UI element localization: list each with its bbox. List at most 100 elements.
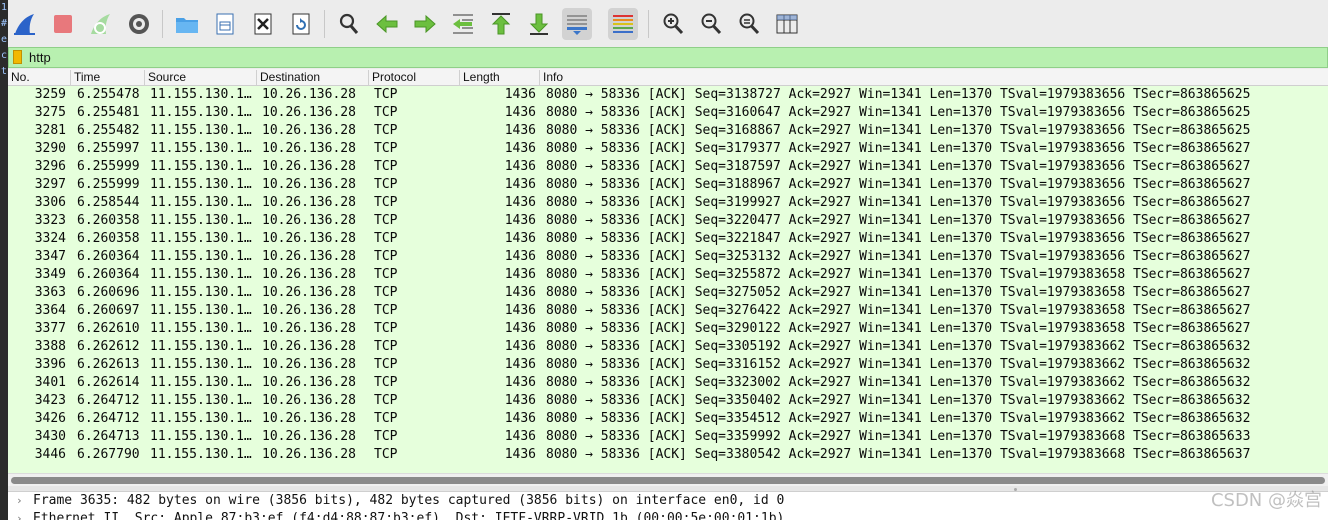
cell-time: 6.255999 <box>77 159 140 174</box>
table-row[interactable]: 3430 6.264713 11.155.130.1… 10.26.136.28 TCP… <box>8 428 1328 446</box>
packet-list[interactable]: No. Time Source Destination Protocol Len… <box>8 69 1328 473</box>
table-row[interactable]: 3297 6.255999 11.155.130.1… 10.26.136.28 TCP… <box>8 176 1328 194</box>
packet-rows: 3259 6.255478 11.155.130.1… 10.26.136.28 TCP… <box>8 86 1328 464</box>
open-file-button[interactable] <box>172 8 202 40</box>
cell-destination: 10.26.136.28 <box>262 195 356 210</box>
detail-ethernet-line: Ethernet II, Src: Apple_87:b3:ef (f4:d4:… <box>33 511 785 520</box>
cell-info: 8080 → 58336 [ACK] Seq=3168867 Ack=2927 … <box>546 123 1251 138</box>
save-document-icon <box>216 13 234 35</box>
cell-destination: 10.26.136.28 <box>262 411 356 426</box>
capture-options-button[interactable] <box>124 8 154 40</box>
bookmark-icon[interactable] <box>13 50 22 64</box>
cell-time: 6.255999 <box>77 177 140 192</box>
column-header-source[interactable]: Source <box>145 70 257 85</box>
packet-list-header: No. Time Source Destination Protocol Len… <box>8 69 1328 86</box>
expand-chevron-icon[interactable]: › <box>16 512 23 520</box>
column-header-no[interactable]: No. <box>8 70 71 85</box>
normal-size-button[interactable] <box>734 8 764 40</box>
cell-protocol: TCP <box>374 177 398 192</box>
cell-destination: 10.26.136.28 <box>262 231 356 246</box>
table-row[interactable]: 3388 6.262612 11.155.130.1… 10.26.136.28 TCP… <box>8 338 1328 356</box>
colorize-button[interactable] <box>608 8 638 40</box>
table-row[interactable]: 3296 6.255999 11.155.130.1… 10.26.136.28 TCP… <box>8 158 1328 176</box>
horizontal-scrollbar[interactable] <box>8 473 1328 486</box>
cell-source: 11.155.130.1… <box>150 249 252 264</box>
reload-file-button[interactable] <box>286 8 316 40</box>
table-row[interactable]: 3364 6.260697 11.155.130.1… 10.26.136.28 TCP… <box>8 302 1328 320</box>
table-row[interactable]: 3377 6.262610 11.155.130.1… 10.26.136.28 TCP… <box>8 320 1328 338</box>
cell-time: 6.260364 <box>77 267 140 282</box>
table-row[interactable]: 3275 6.255481 11.155.130.1… 10.26.136.28 TCP… <box>8 104 1328 122</box>
cell-info: 8080 → 58336 [ACK] Seq=3354512 Ack=2927 … <box>546 411 1251 426</box>
cell-destination: 10.26.136.28 <box>262 339 356 354</box>
table-row[interactable]: 3306 6.258544 11.155.130.1… 10.26.136.28 TCP… <box>8 194 1328 212</box>
table-row[interactable]: 3347 6.260364 11.155.130.1… 10.26.136.28 TCP… <box>8 248 1328 266</box>
go-to-last-button[interactable] <box>524 8 554 40</box>
scrollbar-thumb[interactable] <box>11 477 1325 484</box>
close-file-button[interactable] <box>248 8 278 40</box>
cell-info: 8080 → 58336 [ACK] Seq=3380542 Ack=2927 … <box>546 447 1251 462</box>
go-to-first-button[interactable] <box>486 8 516 40</box>
start-capture-button[interactable] <box>10 8 40 40</box>
find-packet-button[interactable] <box>334 8 364 40</box>
cell-destination: 10.26.136.28 <box>262 177 356 192</box>
table-row[interactable]: 3290 6.255997 11.155.130.1… 10.26.136.28 TCP… <box>8 140 1328 158</box>
cell-source: 11.155.130.1… <box>150 141 252 156</box>
display-filter-input[interactable]: http <box>29 50 51 65</box>
display-filter-bar[interactable]: http <box>8 47 1328 68</box>
go-forward-button[interactable] <box>410 8 440 40</box>
cell-destination: 10.26.136.28 <box>262 249 356 264</box>
auto-scroll-button[interactable] <box>562 8 592 40</box>
left-arrow-icon <box>376 14 398 34</box>
table-row[interactable]: 3423 6.264712 11.155.130.1… 10.26.136.28 TCP… <box>8 392 1328 410</box>
table-row[interactable]: 3349 6.260364 11.155.130.1… 10.26.136.28 TCP… <box>8 266 1328 284</box>
column-header-destination[interactable]: Destination <box>257 70 369 85</box>
column-header-length[interactable]: Length <box>460 70 540 85</box>
cell-destination: 10.26.136.28 <box>262 393 356 408</box>
table-row[interactable]: 3401 6.262614 11.155.130.1… 10.26.136.28 TCP… <box>8 374 1328 392</box>
main-toolbar <box>8 0 1328 47</box>
zoom-in-icon <box>663 13 684 35</box>
table-row[interactable]: 3323 6.260358 11.155.130.1… 10.26.136.28 TCP… <box>8 212 1328 230</box>
cell-info: 8080 → 58336 [ACK] Seq=3359992 Ack=2927 … <box>546 429 1251 444</box>
stop-capture-button[interactable] <box>48 8 78 40</box>
table-row[interactable]: 3396 6.262613 11.155.130.1… 10.26.136.28 TCP… <box>8 356 1328 374</box>
go-to-packet-button[interactable] <box>448 8 478 40</box>
cell-no: 3396 <box>34 357 66 372</box>
column-header-info[interactable]: Info <box>540 70 1328 85</box>
zoom-in-button[interactable] <box>658 8 688 40</box>
cell-protocol: TCP <box>374 411 398 426</box>
cell-time: 6.262612 <box>77 339 140 354</box>
table-row[interactable]: 3324 6.260358 11.155.130.1… 10.26.136.28 TCP… <box>8 230 1328 248</box>
save-file-button[interactable] <box>210 8 240 40</box>
cell-time: 6.255997 <box>77 141 140 156</box>
zoom-out-button[interactable] <box>696 8 726 40</box>
resize-columns-button[interactable] <box>772 8 802 40</box>
cell-info: 8080 → 58336 [ACK] Seq=3179377 Ack=2927 … <box>546 141 1251 156</box>
detail-tree-item[interactable]: › Ethernet II, Src: Apple_87:b3:ef (f4:d… <box>8 510 1328 520</box>
column-header-protocol[interactable]: Protocol <box>369 70 460 85</box>
toolbar-separator <box>648 10 649 38</box>
table-row[interactable]: 3446 6.267790 11.155.130.1… 10.26.136.28 TCP… <box>8 446 1328 464</box>
restart-capture-button[interactable] <box>86 8 116 40</box>
cell-info: 8080 → 58336 [ACK] Seq=3220477 Ack=2927 … <box>546 213 1251 228</box>
cell-info: 8080 → 58336 [ACK] Seq=3221847 Ack=2927 … <box>546 231 1251 246</box>
cell-length: 1436 <box>504 267 536 282</box>
detail-tree-item[interactable]: › Frame 3635: 482 bytes on wire (3856 bi… <box>8 492 1328 510</box>
packet-details-pane[interactable]: › Frame 3635: 482 bytes on wire (3856 bi… <box>8 492 1328 520</box>
table-row[interactable]: 3281 6.255482 11.155.130.1… 10.26.136.28 TCP… <box>8 122 1328 140</box>
table-row[interactable]: 3259 6.255478 11.155.130.1… 10.26.136.28 TCP… <box>8 86 1328 104</box>
cell-destination: 10.26.136.28 <box>262 375 356 390</box>
cell-protocol: TCP <box>374 339 398 354</box>
go-back-button[interactable] <box>372 8 402 40</box>
column-header-time[interactable]: Time <box>71 70 145 85</box>
up-arrow-top-icon <box>491 13 511 35</box>
cell-protocol: TCP <box>374 87 398 102</box>
splitter-handle[interactable] <box>1014 488 1017 491</box>
cell-info: 8080 → 58336 [ACK] Seq=3323002 Ack=2927 … <box>546 375 1251 390</box>
table-row[interactable]: 3426 6.264712 11.155.130.1… 10.26.136.28 TCP… <box>8 410 1328 428</box>
expand-chevron-icon[interactable]: › <box>16 494 23 507</box>
table-row[interactable]: 3363 6.260696 11.155.130.1… 10.26.136.28 TCP… <box>8 284 1328 302</box>
cell-time: 6.255478 <box>77 87 140 102</box>
cell-protocol: TCP <box>374 249 398 264</box>
